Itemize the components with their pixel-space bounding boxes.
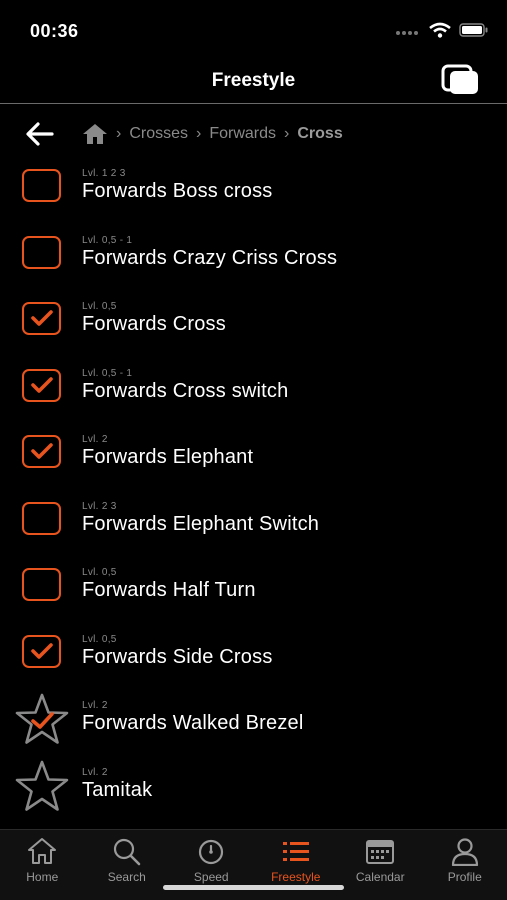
breadcrumb-row: › Crosses › Forwards › Cross bbox=[0, 112, 507, 156]
checkbox-checked[interactable] bbox=[22, 368, 61, 402]
level-label: Lvl. 0,5 bbox=[82, 633, 117, 645]
list-item[interactable]: Lvl. 1 2 3 Forwards Boss cross bbox=[0, 160, 507, 227]
stopwatch-icon bbox=[199, 839, 224, 865]
breadcrumb-item-crosses[interactable]: Crosses bbox=[129, 125, 188, 143]
list-icon bbox=[282, 842, 309, 861]
trick-name: Forwards Cross bbox=[82, 313, 226, 335]
checkbox-checked[interactable] bbox=[22, 634, 61, 668]
search-icon bbox=[113, 838, 141, 866]
breadcrumb-separator: › bbox=[196, 125, 202, 142]
list-item[interactable]: Lvl. 2 Forwards Walked Brezel bbox=[0, 692, 507, 759]
star-icon[interactable] bbox=[14, 759, 70, 813]
trick-name: Forwards Crazy Criss Cross bbox=[82, 246, 338, 269]
trick-name: Forwards Walked Brezel bbox=[82, 712, 304, 734]
tab-label: Search bbox=[107, 870, 146, 884]
tab-label: Freestyle bbox=[271, 870, 321, 884]
copy-layers-icon[interactable] bbox=[441, 64, 481, 96]
breadcrumb-item-forwards[interactable]: Forwards bbox=[209, 125, 276, 143]
tab-label: Home bbox=[26, 870, 59, 884]
list-item[interactable]: Lvl. 0,5 Forwards Cross bbox=[0, 293, 507, 360]
calendar-icon bbox=[366, 840, 395, 864]
checkbox-checked[interactable] bbox=[22, 302, 61, 335]
tab-calendar[interactable]: Calendar bbox=[338, 830, 423, 900]
tab-label: Profile bbox=[447, 870, 482, 884]
status-icons bbox=[395, 22, 489, 38]
page-title: Freestyle bbox=[211, 70, 296, 91]
checkmark-icon bbox=[31, 443, 53, 459]
breadcrumb-separator: › bbox=[284, 125, 290, 142]
signal-icon bbox=[396, 31, 418, 35]
trick-name: Forwards Boss cross bbox=[82, 180, 273, 202]
star-checked-icon[interactable] bbox=[14, 692, 70, 746]
trick-list: Lvl. 1 2 3 Forwards Boss cross Lvl. 0,5 - … bbox=[0, 160, 507, 825]
checkbox-checked[interactable] bbox=[22, 435, 61, 468]
level-label: Lvl. 1 2 3 bbox=[82, 168, 126, 179]
checkbox-unchecked[interactable] bbox=[22, 568, 61, 601]
trick-name: Forwards Elephant bbox=[82, 446, 254, 468]
breadcrumb-separator: › bbox=[116, 125, 122, 142]
checkmark-icon bbox=[31, 376, 53, 393]
level-label: Lvl. 2 bbox=[82, 766, 108, 778]
wifi-icon bbox=[429, 22, 451, 38]
level-label: Lvl. 0,5 - 1 bbox=[82, 367, 133, 379]
trick-name: Forwards Elephant Switch bbox=[82, 512, 320, 535]
tab-search[interactable]: Search bbox=[85, 830, 170, 900]
checkbox-unchecked[interactable] bbox=[22, 169, 61, 202]
battery-icon bbox=[459, 23, 488, 37]
list-item[interactable]: Lvl. 0,5 Forwards Half Turn bbox=[0, 559, 507, 626]
trick-name: Forwards Cross switch bbox=[82, 379, 289, 402]
back-arrow-icon[interactable] bbox=[24, 120, 56, 148]
breadcrumb: › Crosses › Forwards › Cross bbox=[82, 123, 343, 145]
home-icon bbox=[28, 838, 57, 864]
trick-name: Forwards Side Cross bbox=[82, 645, 273, 668]
level-label: Lvl. 2 3 bbox=[82, 500, 117, 512]
tab-label: Calendar bbox=[355, 870, 405, 884]
trick-name: Tamitak bbox=[82, 778, 153, 801]
breadcrumb-current: Cross bbox=[297, 125, 343, 142]
list-item[interactable]: Lvl. 2 Tamitak bbox=[0, 759, 507, 826]
tab-label: Speed bbox=[193, 870, 229, 884]
list-item[interactable]: Lvl. 0,5 - 1 Forwards Crazy Criss Cross bbox=[0, 227, 507, 294]
level-label: Lvl. 0,5 bbox=[82, 301, 117, 312]
checkbox-unchecked[interactable] bbox=[22, 501, 61, 535]
tab-profile[interactable]: Profile bbox=[423, 830, 507, 900]
home-indicator bbox=[163, 885, 344, 890]
level-label: Lvl. 0,5 bbox=[82, 567, 117, 578]
level-label: Lvl. 2 bbox=[82, 434, 108, 445]
list-item[interactable]: Lvl. 0,5 Forwards Side Cross bbox=[0, 626, 507, 693]
checkmark-icon bbox=[31, 642, 53, 659]
tab-home[interactable]: Home bbox=[0, 830, 85, 900]
status-bar: 00:36 bbox=[0, 0, 507, 60]
level-label: Lvl. 2 bbox=[82, 700, 108, 711]
status-time: 00:36 bbox=[30, 21, 79, 41]
list-item[interactable]: Lvl. 2 3 Forwards Elephant Switch bbox=[0, 493, 507, 560]
checkmark-icon bbox=[31, 310, 53, 326]
list-item[interactable]: Lvl. 0,5 - 1 Forwards Cross switch bbox=[0, 360, 507, 427]
trick-name: Forwards Half Turn bbox=[82, 579, 256, 601]
nav-bar: Freestyle bbox=[0, 60, 507, 104]
person-icon bbox=[451, 838, 478, 866]
checkbox-unchecked[interactable] bbox=[22, 235, 61, 269]
home-icon[interactable] bbox=[82, 123, 108, 145]
level-label: Lvl. 0,5 - 1 bbox=[82, 234, 133, 246]
list-item[interactable]: Lvl. 2 Forwards Elephant bbox=[0, 426, 507, 493]
